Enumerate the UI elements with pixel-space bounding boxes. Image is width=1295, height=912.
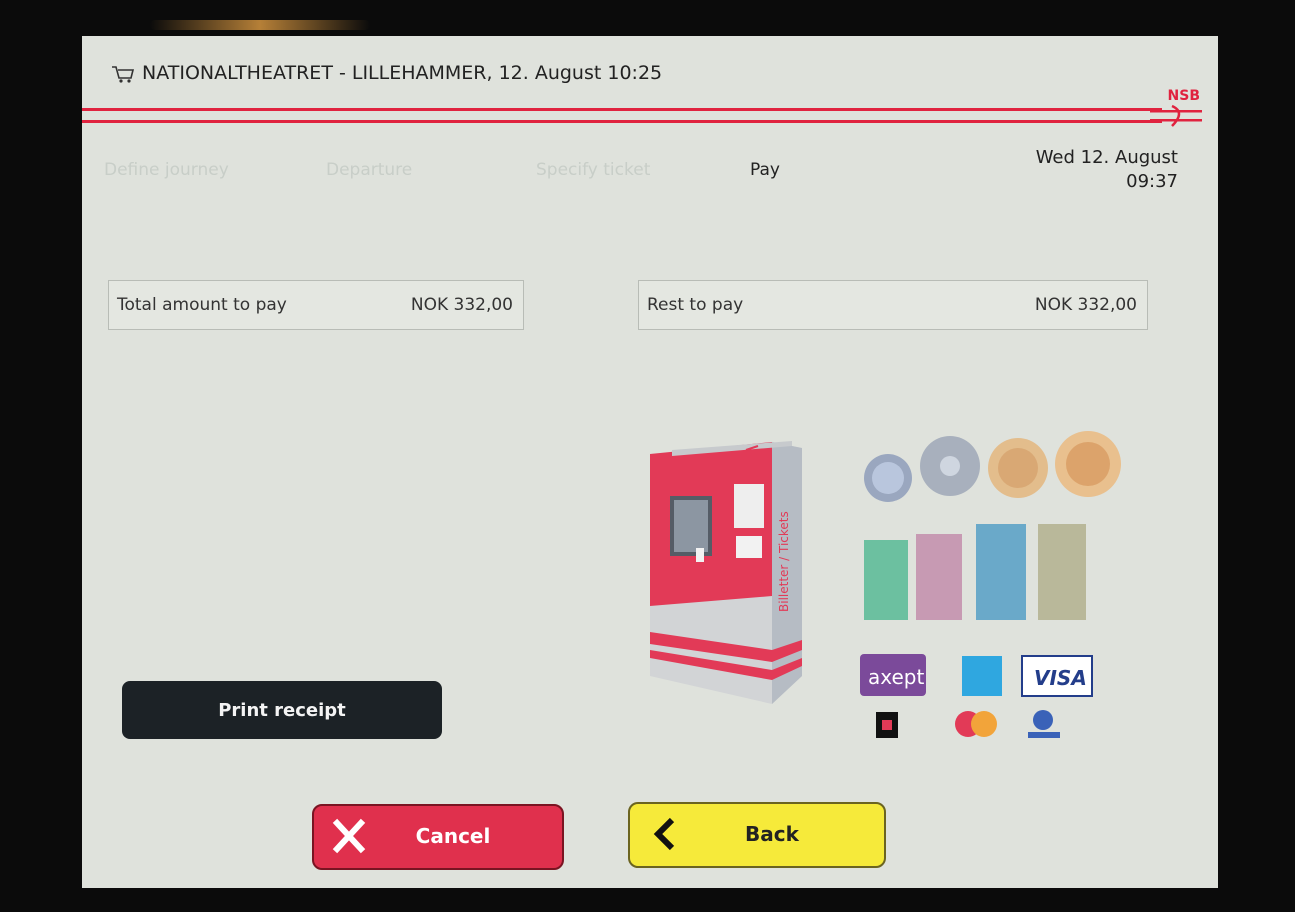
back-button[interactable]: Back bbox=[628, 802, 886, 868]
rest-to-pay-value: NOK 332,00 bbox=[1034, 295, 1137, 315]
total-amount-label: Total amount to pay bbox=[117, 295, 287, 315]
rest-to-pay-label: Rest to pay bbox=[647, 295, 744, 315]
back-label: Back bbox=[745, 822, 799, 846]
header-rail-bottom bbox=[82, 120, 1162, 123]
screen-reflection bbox=[150, 20, 370, 30]
banknote-icon bbox=[976, 524, 1026, 620]
current-datetime: Wed 12. August 09:37 bbox=[1036, 146, 1178, 194]
banknote-icon bbox=[864, 540, 908, 620]
ticket-machine-screen: NATIONALTHEATRET - LILLEHAMMER, 12. Augu… bbox=[82, 36, 1218, 888]
step-pay: Pay bbox=[750, 160, 780, 180]
print-receipt-button[interactable]: Print receipt bbox=[122, 681, 442, 739]
cancel-button[interactable]: Cancel bbox=[312, 804, 564, 870]
step-departure: Departure bbox=[326, 160, 413, 180]
step-define-journey: Define journey bbox=[104, 160, 229, 180]
kiosk-side-text: Billetter / Tickets bbox=[777, 511, 791, 612]
payment-methods: axept VISA bbox=[860, 431, 1121, 738]
maestro-icon bbox=[1033, 710, 1053, 730]
rest-to-pay-box: Rest to pay NOK 332,00 bbox=[638, 280, 1148, 330]
banknote-icon bbox=[1038, 524, 1086, 620]
cancel-label: Cancel bbox=[415, 824, 491, 848]
banknotes bbox=[864, 524, 1086, 620]
ticket-machine-illustration: Billetter / Tickets bbox=[650, 441, 802, 704]
cart-icon bbox=[112, 65, 135, 83]
visa-label: VISA bbox=[1034, 666, 1087, 690]
print-receipt-label: Print receipt bbox=[218, 699, 346, 721]
current-time: 09:37 bbox=[1126, 171, 1178, 192]
card-logos: axept VISA bbox=[860, 654, 1093, 738]
axept-label: axept bbox=[868, 665, 924, 689]
banknote-icon bbox=[916, 534, 962, 620]
total-amount-box: Total amount to pay NOK 332,00 bbox=[108, 280, 524, 330]
nsb-logo-text: NSB bbox=[1167, 88, 1200, 104]
journey-header: NATIONALTHEATRET - LILLEHAMMER, 12. Augu… bbox=[110, 62, 662, 84]
step-specify-ticket: Specify ticket bbox=[536, 160, 651, 180]
coins bbox=[864, 431, 1121, 502]
header-rail-top bbox=[82, 108, 1162, 111]
total-amount-value: NOK 332,00 bbox=[410, 295, 513, 315]
journey-title: NATIONALTHEATRET - LILLEHAMMER, 12. Augu… bbox=[142, 62, 663, 84]
amex-icon bbox=[962, 656, 1002, 696]
current-date: Wed 12. August bbox=[1035, 147, 1178, 168]
